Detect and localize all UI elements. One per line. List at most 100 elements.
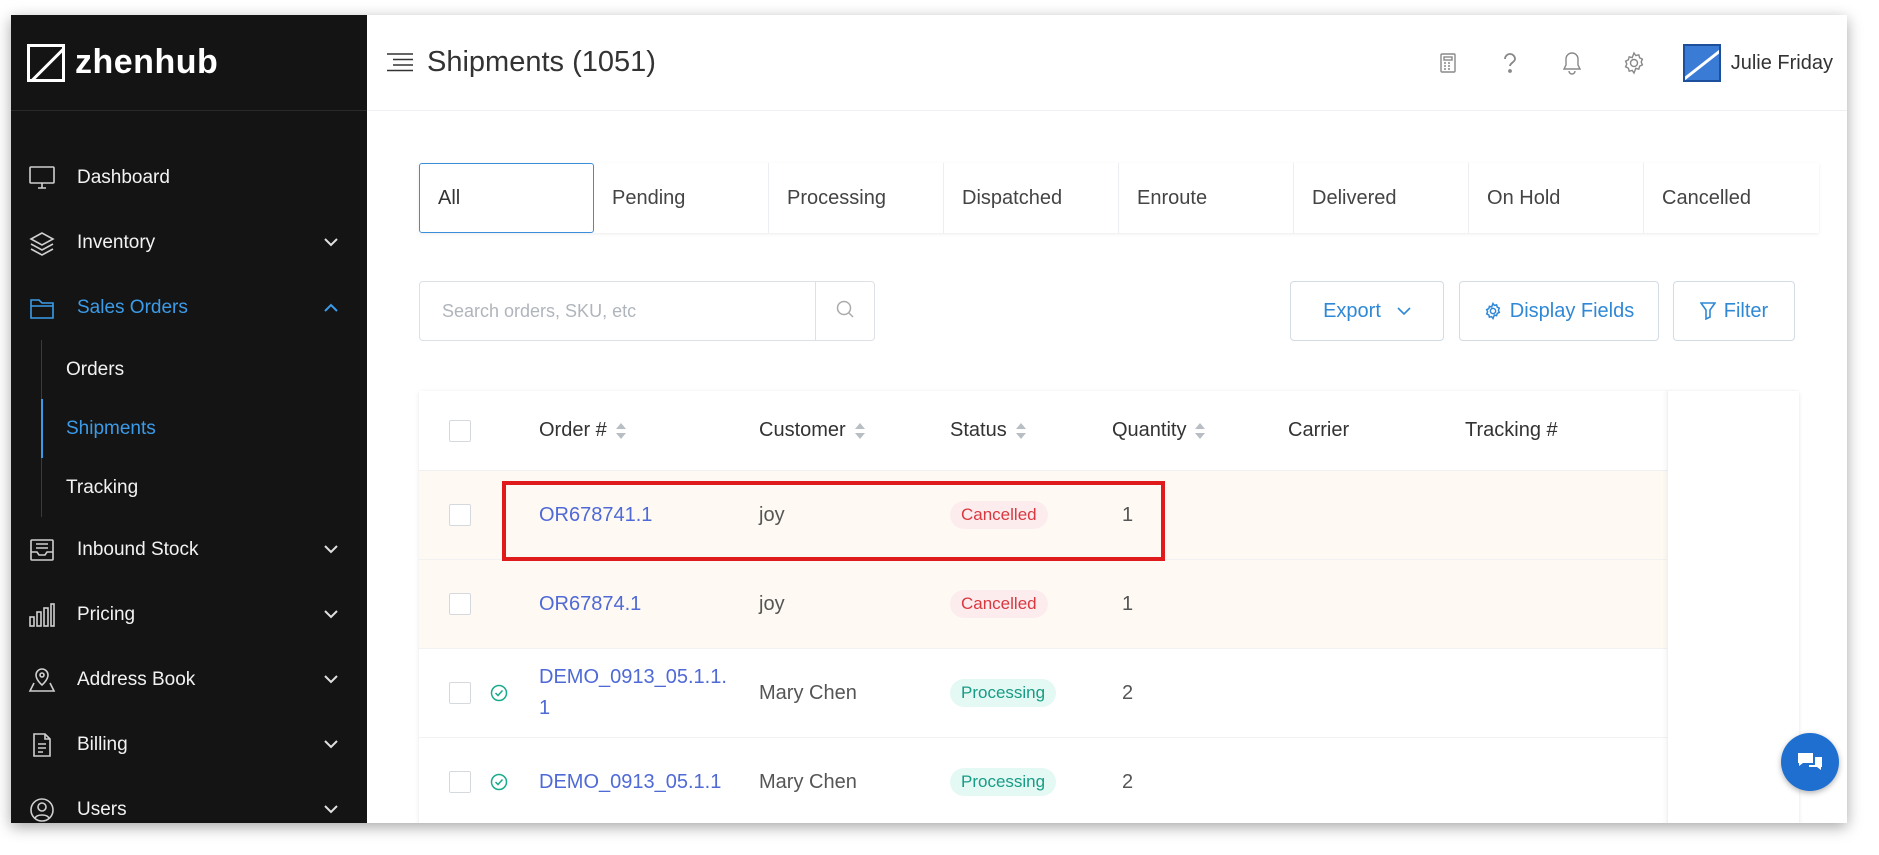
page-title: Shipments (1051): [427, 46, 656, 78]
column-carrier-label: Carrier: [1288, 419, 1350, 441]
sidebar-subitem-orders[interactable]: Orders: [11, 340, 367, 399]
sidebar-item-users[interactable]: Users: [11, 777, 367, 823]
sidebar-item-label: Pricing: [77, 603, 136, 625]
tab-processing[interactable]: Processing: [769, 163, 945, 233]
inbox-icon: [27, 535, 57, 565]
brand[interactable]: zhenhub: [11, 15, 367, 111]
row-checkbox[interactable]: [449, 504, 471, 526]
search-icon: [835, 299, 855, 324]
tab-pending[interactable]: Pending: [594, 163, 770, 233]
chevron-down-icon: [321, 670, 341, 690]
sidebar-item-address-book[interactable]: Address Book: [11, 647, 367, 712]
display-fields-label: Display Fields: [1509, 299, 1635, 322]
sidebar-item-dashboard[interactable]: Dashboard: [11, 145, 367, 210]
display-fields-button[interactable]: Display Fields: [1459, 281, 1659, 341]
tab-dispatched[interactable]: Dispatched: [944, 163, 1120, 233]
users-icon: [27, 795, 57, 824]
sticky-actions-column: [1667, 391, 1799, 823]
sort-icon: [615, 422, 627, 440]
zhenhub-logo-icon: [27, 43, 65, 82]
order-link[interactable]: DEMO_0913_05.1.1: [539, 771, 721, 794]
chevron-down-icon: [321, 605, 341, 625]
sidebar-nav: Dashboard Inventory Sales Orders Orders …: [11, 145, 367, 823]
sidebar-subitem-shipments[interactable]: Shipments: [11, 399, 367, 458]
sidebar-item-label: Billing: [77, 733, 128, 755]
sidebar-item-sales-orders[interactable]: Sales Orders: [11, 275, 367, 340]
order-link[interactable]: DEMO_0913_05.1.1. 1: [539, 662, 727, 724]
status-cell: Cancelled: [950, 501, 1048, 529]
tab-enroute[interactable]: Enroute: [1119, 163, 1295, 233]
sales-orders-submenu: Orders Shipments Tracking: [11, 340, 367, 517]
help-icon[interactable]: [1495, 48, 1525, 78]
gear-icon: [1484, 302, 1502, 320]
bar-chart-icon: [27, 600, 57, 630]
filter-button[interactable]: Filter: [1673, 281, 1795, 341]
sidebar-item-pricing[interactable]: Pricing: [11, 582, 367, 647]
check-circle-icon: [489, 772, 509, 792]
filter-label: Filter: [1723, 299, 1769, 322]
tab-cancelled[interactable]: Cancelled: [1644, 163, 1819, 233]
column-customer[interactable]: Customer: [759, 419, 866, 442]
order-link-line2: 1: [539, 697, 551, 719]
sidebar-item-label: Address Book: [77, 668, 196, 690]
export-button[interactable]: Export: [1290, 281, 1444, 341]
chevron-down-icon: [1397, 306, 1411, 316]
bell-icon[interactable]: [1557, 48, 1587, 78]
chat-widget-button[interactable]: [1781, 733, 1839, 791]
column-order[interactable]: Order #: [539, 419, 627, 442]
row-checkbox[interactable]: [449, 771, 471, 793]
row-checkbox[interactable]: [449, 682, 471, 704]
table-row[interactable]: DEMO_0913_05.1.1. 1 Mary Chen Processing…: [419, 649, 1799, 738]
folder-icon: [27, 293, 57, 323]
avatar: [1682, 44, 1721, 82]
table-row[interactable]: OR678741.1 joy Cancelled 1: [419, 471, 1799, 560]
column-order-label: Order #: [539, 419, 607, 441]
column-quantity-label: Quantity: [1112, 419, 1187, 441]
sidebar-item-billing[interactable]: Billing: [11, 712, 367, 777]
user-menu[interactable]: Julie Friday: [1682, 44, 1833, 82]
column-status-label: Status: [950, 419, 1007, 441]
layers-icon: [27, 228, 57, 258]
select-all-checkbox[interactable]: [449, 419, 471, 442]
order-link[interactable]: OR67874.1: [539, 593, 641, 616]
sort-icon: [1015, 422, 1027, 440]
status-tabs: All Pending Processing Dispatched Enrout…: [419, 163, 1819, 233]
customer-cell: Mary Chen: [759, 770, 857, 793]
gear-icon[interactable]: [1619, 48, 1649, 78]
document-icon: [27, 730, 57, 760]
user-name: Julie Friday: [1730, 51, 1833, 74]
check-circle-icon: [489, 683, 509, 703]
chat-icon: [1796, 750, 1824, 774]
sidebar-item-inbound-stock[interactable]: Inbound Stock: [11, 517, 367, 582]
column-customer-label: Customer: [759, 419, 846, 441]
tab-delivered[interactable]: Delivered: [1294, 163, 1470, 233]
status-badge: Cancelled: [950, 590, 1048, 618]
tab-on-hold[interactable]: On Hold: [1469, 163, 1645, 233]
chevron-down-icon: [321, 800, 341, 820]
customer-cell: Mary Chen: [759, 681, 857, 704]
search-box: [419, 281, 875, 341]
search-input[interactable]: [420, 282, 815, 340]
quantity-cell: 2: [1122, 681, 1134, 704]
header-actions: Julie Friday: [1433, 15, 1833, 111]
export-label: Export: [1323, 299, 1381, 322]
order-link[interactable]: OR678741.1: [539, 504, 652, 527]
table-row[interactable]: DEMO_0913_05.1.1 Mary Chen Processing 2: [419, 738, 1799, 823]
calculator-icon[interactable]: [1433, 48, 1463, 78]
column-status[interactable]: Status: [950, 419, 1027, 442]
tab-all[interactable]: All: [419, 163, 595, 233]
row-checkbox[interactable]: [449, 593, 471, 615]
map-pin-icon: [27, 665, 57, 695]
menu-toggle-icon[interactable]: [385, 52, 415, 74]
sidebar-item-label: Inventory: [77, 231, 156, 253]
sort-icon: [1194, 422, 1206, 440]
search-button[interactable]: [815, 282, 874, 340]
customer-cell: joy: [759, 503, 785, 526]
status-cell: Processing: [950, 679, 1057, 707]
column-quantity[interactable]: Quantity: [1112, 419, 1206, 442]
sidebar-item-inventory[interactable]: Inventory: [11, 210, 367, 275]
table-row[interactable]: OR67874.1 joy Cancelled 1: [419, 560, 1799, 649]
order-link-line1: DEMO_0913_05.1.1.: [539, 666, 727, 688]
quantity-cell: 1: [1122, 592, 1134, 615]
sidebar-subitem-tracking[interactable]: Tracking: [11, 458, 367, 517]
